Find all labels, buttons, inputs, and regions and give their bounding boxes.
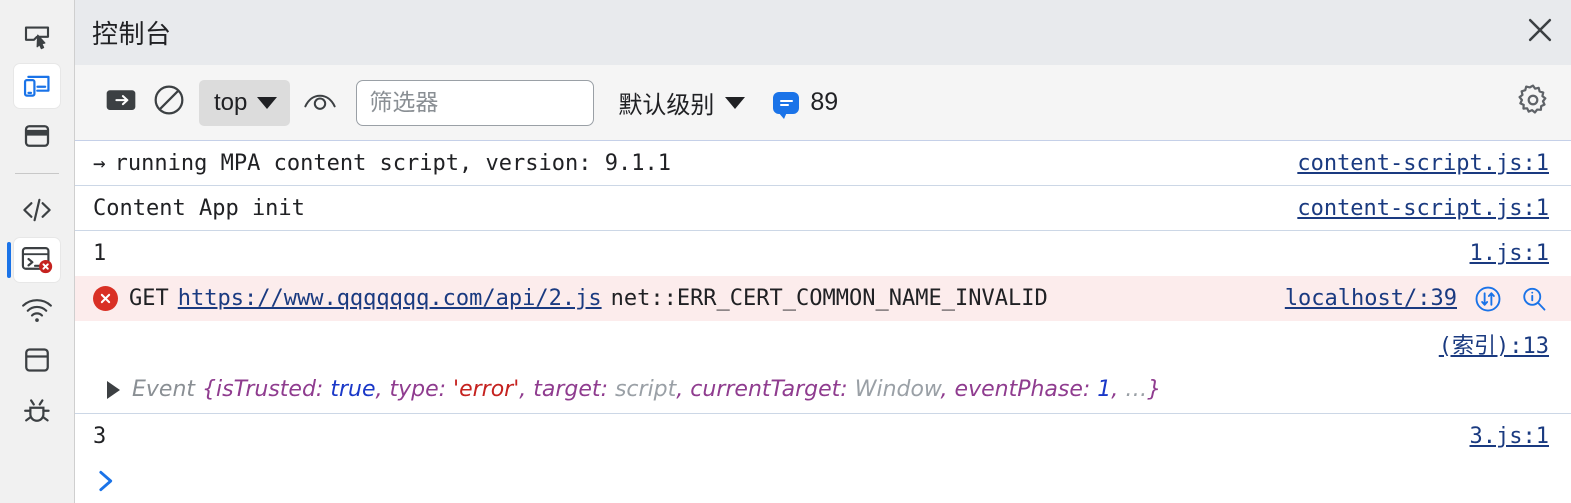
wifi-icon — [20, 296, 54, 324]
object-ellipsis: … — [1125, 377, 1148, 402]
object-source-link[interactable]: (索引):13 — [1439, 328, 1549, 360]
devtools-window: 控制台 top 筛选器 默认级别 89 → running MPA conten… — [0, 0, 1571, 503]
console-message-content: → running MPA content script, version: 9… — [93, 151, 671, 176]
console-message-row[interactable]: 1 1.js:1 — [75, 231, 1571, 276]
devtools-main: 控制台 top 筛选器 默认级别 89 → running MPA conten… — [75, 0, 1571, 503]
console-toolbar: top 默认级别 89 — [75, 65, 1571, 141]
error-method: GET — [129, 286, 169, 311]
clear-console-button[interactable] — [145, 79, 193, 127]
object-value: 'error' — [453, 377, 520, 402]
execution-context-selector[interactable]: top — [199, 79, 291, 126]
console-message-row[interactable]: → running MPA content script, version: 9… — [75, 141, 1571, 186]
object-close-brace: } — [1147, 377, 1162, 402]
object-key: eventPhase — [954, 377, 1083, 402]
inspect-icon — [22, 21, 52, 51]
object-preview: Event {isTrusted: true, type: 'error', t… — [132, 377, 1162, 402]
console-message-row[interactable]: Content App init content-script.js:1 — [75, 186, 1571, 231]
object-value: true — [330, 377, 376, 402]
message-count-value: 89 — [810, 88, 839, 116]
panel-titlebar: 控制台 — [75, 0, 1571, 65]
expand-triangle-icon[interactable] — [107, 380, 120, 399]
rail-item-issues[interactable] — [14, 388, 60, 432]
filter-input[interactable] — [356, 79, 595, 126]
code-brackets-icon — [20, 195, 54, 225]
object-value: 1 — [1097, 377, 1112, 402]
object-key: target — [533, 377, 601, 402]
log-levels-value: 默认级别 — [618, 92, 715, 119]
console-message-content: 3 — [93, 424, 106, 449]
console-message-content: Content App init — [93, 196, 305, 221]
error-icon — [93, 286, 118, 311]
object-open-brace: { — [202, 377, 217, 402]
sidebar-toggle-icon — [104, 86, 138, 119]
activity-bar-divider — [15, 173, 59, 174]
close-button[interactable] — [1509, 0, 1571, 65]
console-message-row[interactable]: 3 3.js:1 — [75, 414, 1571, 459]
message-text: Content App init — [93, 195, 305, 221]
console-message-content: 1 — [93, 241, 106, 266]
error-source-link[interactable]: localhost/:39 — [1285, 286, 1457, 311]
object-key: type — [389, 377, 439, 402]
settings-button[interactable] — [1509, 79, 1557, 127]
message-text: 1 — [93, 241, 107, 266]
message-text: running MPA content script, version: 9.1… — [114, 150, 671, 176]
search-in-page-icon[interactable] — [1519, 284, 1549, 314]
chevron-down-icon — [725, 96, 746, 109]
console-error-content: GET https://www.qqqqqqq.com/api/2.js net… — [93, 286, 1048, 311]
live-expression-button[interactable] — [296, 79, 344, 127]
rail-item-panel-layout[interactable] — [14, 114, 60, 158]
object-value: Window — [854, 377, 941, 402]
object-key: isTrusted — [216, 377, 316, 402]
message-source-link[interactable]: content-script.js:1 — [1297, 196, 1549, 221]
sidebar-toggle-button[interactable] — [97, 79, 145, 127]
error-url-link[interactable]: https://www.qqqqqqq.com/api/2.js — [178, 286, 602, 311]
message-source-link[interactable]: content-script.js:1 — [1297, 151, 1549, 176]
page-title: 控制台 — [92, 19, 172, 49]
message-bubble-icon — [773, 91, 800, 119]
console-error-row[interactable]: GET https://www.qqqqqqq.com/api/2.js net… — [75, 276, 1571, 321]
rail-item-device-toolbar[interactable] — [14, 64, 60, 108]
prompt-caret-icon — [95, 468, 117, 499]
chevron-down-icon — [257, 96, 278, 109]
database-icon — [22, 345, 52, 375]
object-class-name: Event — [132, 377, 196, 402]
object-source-row: (索引):13 — [75, 321, 1571, 366]
console-prompt-row[interactable] — [75, 459, 1571, 503]
execution-context-value: top — [214, 88, 248, 116]
rail-item-network[interactable] — [14, 288, 60, 332]
message-count-indicator[interactable]: 89 — [773, 88, 839, 119]
rail-item-console[interactable] — [7, 238, 60, 282]
panel-icon — [22, 122, 52, 150]
bug-icon — [21, 395, 53, 425]
clear-console-icon — [152, 83, 186, 122]
message-text: 3 — [93, 424, 107, 449]
rail-item-storage[interactable] — [14, 338, 60, 382]
object-value: script — [614, 377, 677, 402]
console-message-list[interactable]: → running MPA content script, version: 9… — [75, 141, 1571, 503]
rail-item-inspect-element[interactable] — [14, 14, 60, 58]
rail-item-sources[interactable] — [14, 188, 60, 232]
console-error-actions: localhost/:39 — [1285, 284, 1549, 314]
activity-bar — [0, 0, 75, 503]
message-source-link[interactable]: 1.js:1 — [1470, 241, 1549, 266]
device-toolbar-icon — [21, 71, 53, 101]
network-request-icon[interactable] — [1473, 284, 1503, 314]
message-source-link[interactable]: 3.js:1 — [1470, 424, 1549, 449]
console-error-icon — [20, 244, 54, 276]
error-code: net::ERR_CERT_COMMON_NAME_INVALID — [610, 286, 1048, 311]
console-object-row[interactable]: Event {isTrusted: true, type: 'error', t… — [75, 366, 1571, 414]
close-icon — [1524, 14, 1556, 51]
eye-icon — [302, 87, 338, 118]
object-key: currentTarget — [690, 377, 841, 402]
gear-icon — [1515, 82, 1551, 123]
message-prefix-arrow: → — [93, 151, 106, 175]
log-levels-selector[interactable]: 默认级别 — [618, 85, 746, 120]
